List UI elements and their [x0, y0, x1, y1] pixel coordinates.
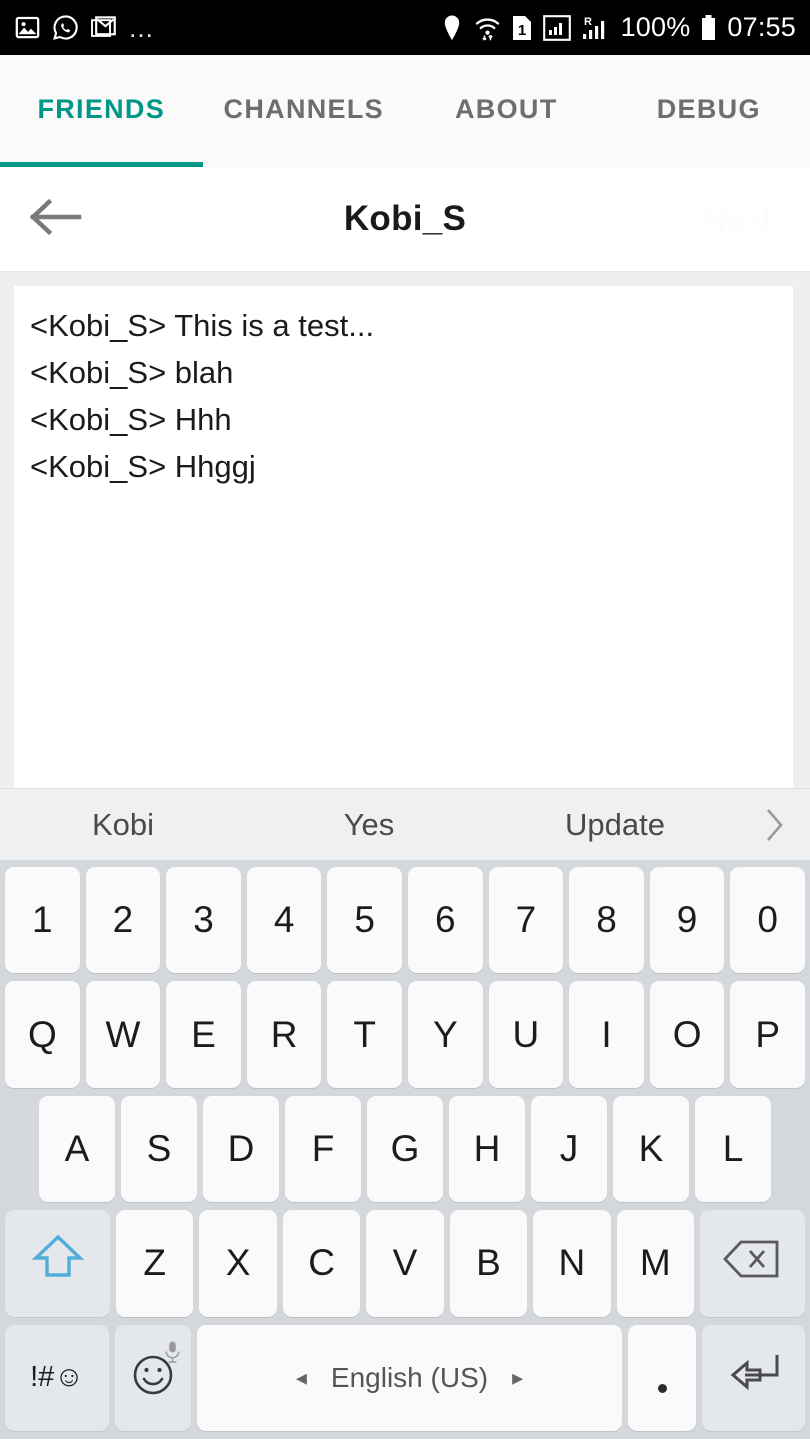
key-a[interactable]: A: [39, 1095, 115, 1203]
keyboard-row-qwerty: Q W E R T Y U I O P: [5, 981, 805, 1088]
emoji-key[interactable]: [115, 1324, 191, 1432]
page-title: Kobi_S: [343, 199, 467, 238]
roaming-signal-icon: R: [581, 14, 611, 42]
key-s[interactable]: S: [121, 1095, 197, 1203]
key-n[interactable]: N: [533, 1210, 611, 1317]
battery-percent-label: 100%: [620, 12, 691, 42]
symbols-key[interactable]: !#☺: [5, 1324, 109, 1432]
key-1[interactable]: 1: [5, 867, 80, 974]
key-t[interactable]: T: [327, 981, 402, 1088]
message-line: <Kobi_S> Hhggj: [30, 449, 256, 484]
key-v[interactable]: V: [366, 1210, 444, 1317]
key-0[interactable]: 0: [730, 867, 805, 974]
title-bar: Kobi_S Next: [0, 167, 810, 272]
suggestion-item[interactable]: Update: [492, 807, 738, 843]
key-u[interactable]: U: [488, 981, 564, 1088]
enter-key[interactable]: [702, 1324, 805, 1432]
key-h[interactable]: H: [449, 1095, 525, 1203]
key-q[interactable]: Q: [5, 981, 80, 1088]
space-language-label: English (US): [330, 1361, 489, 1393]
next-button[interactable]: Next: [703, 200, 772, 238]
tab-channels[interactable]: CHANNELS: [203, 55, 406, 167]
key-3[interactable]: 3: [166, 867, 241, 974]
suggestion-item[interactable]: Yes: [246, 807, 492, 843]
status-bar: … 1 R 100% 07:55: [0, 0, 810, 55]
shift-key[interactable]: [5, 1210, 111, 1317]
key-w[interactable]: W: [85, 981, 161, 1088]
microphone-icon: [164, 1331, 181, 1373]
chevron-right-icon[interactable]: [738, 807, 810, 843]
key-x[interactable]: X: [199, 1210, 277, 1317]
key-8[interactable]: 8: [569, 867, 644, 974]
key-e[interactable]: E: [166, 981, 241, 1088]
svg-text:R: R: [584, 16, 592, 28]
on-screen-keyboard: 1 2 3 4 5 6 7 8 9 0 Q W E R T Y U I O P …: [0, 861, 810, 1439]
backspace-key[interactable]: [699, 1210, 805, 1317]
conversation-panel: <Kobi_S> This is a test... <Kobi_S> blah…: [0, 272, 810, 802]
keyboard-row-bottom-letters: Z X C V B N M: [5, 1210, 805, 1317]
tab-about[interactable]: ABOUT: [405, 55, 608, 167]
whatsapp-icon: [52, 14, 79, 41]
key-r[interactable]: R: [246, 981, 322, 1088]
key-m[interactable]: M: [616, 1210, 694, 1317]
clock-label: 07:55: [727, 12, 796, 42]
tab-debug[interactable]: DEBUG: [608, 55, 810, 167]
photos-icon: [14, 14, 41, 41]
key-p[interactable]: P: [730, 981, 805, 1088]
suggestion-item[interactable]: Kobi: [0, 807, 246, 843]
key-9[interactable]: 9: [649, 867, 725, 974]
gmail-icon: [90, 14, 117, 41]
triangle-right-icon[interactable]: ▸: [512, 1365, 523, 1391]
key-b[interactable]: B: [449, 1210, 528, 1317]
message-line: <Kobi_S> blah: [30, 355, 234, 390]
key-f[interactable]: F: [285, 1095, 361, 1203]
keyboard-suggestion-bar: Kobi Yes Update: [0, 788, 810, 861]
backspace-icon: [723, 1238, 781, 1289]
arrow-left-icon: [27, 196, 83, 243]
svg-text:1: 1: [517, 22, 525, 39]
key-4[interactable]: 4: [246, 867, 322, 974]
notification-overflow-icon: …: [128, 12, 156, 43]
keyboard-row-home: A S D F G H J K L: [5, 1095, 805, 1203]
signal-icon: [542, 14, 571, 42]
key-c[interactable]: C: [282, 1210, 361, 1317]
enter-return-icon: [725, 1350, 783, 1405]
sim1-icon: 1: [511, 14, 533, 42]
key-6[interactable]: 6: [408, 867, 483, 974]
key-j[interactable]: J: [531, 1095, 607, 1203]
key-l[interactable]: L: [695, 1095, 771, 1203]
key-y[interactable]: Y: [408, 981, 483, 1088]
key-2[interactable]: 2: [85, 867, 161, 974]
period-key[interactable]: [628, 1324, 696, 1432]
tab-friends[interactable]: FRIENDS: [0, 55, 203, 167]
period-dot-icon: [657, 1384, 667, 1394]
space-key[interactable]: ◂ English (US) ▸: [197, 1324, 622, 1432]
key-d[interactable]: D: [203, 1095, 279, 1203]
keyboard-row-digits: 1 2 3 4 5 6 7 8 9 0: [5, 867, 805, 974]
key-o[interactable]: O: [649, 981, 725, 1088]
keyboard-row-space: !#☺ ◂ English (US) ▸: [5, 1324, 805, 1432]
back-button[interactable]: [0, 167, 110, 272]
message-line: <Kobi_S> This is a test...: [30, 308, 375, 343]
battery-icon: [700, 14, 717, 42]
tab-bar: FRIENDS CHANNELS ABOUT DEBUG: [0, 55, 810, 167]
key-z[interactable]: Z: [116, 1210, 194, 1317]
key-k[interactable]: K: [613, 1095, 689, 1203]
key-g[interactable]: G: [367, 1095, 443, 1203]
wifi-icon: [474, 14, 501, 42]
message-line: <Kobi_S> Hhh: [30, 402, 232, 437]
key-i[interactable]: I: [569, 981, 644, 1088]
triangle-left-icon[interactable]: ◂: [296, 1365, 307, 1391]
status-bar-notifications: …: [14, 14, 156, 41]
status-bar-indicators: 1 R 100% 07:55: [440, 12, 796, 43]
location-icon: [440, 14, 464, 42]
key-5[interactable]: 5: [327, 867, 402, 974]
key-7[interactable]: 7: [488, 867, 564, 974]
shift-up-arrow-icon: [31, 1231, 84, 1296]
message-list[interactable]: <Kobi_S> This is a test... <Kobi_S> blah…: [14, 286, 793, 802]
